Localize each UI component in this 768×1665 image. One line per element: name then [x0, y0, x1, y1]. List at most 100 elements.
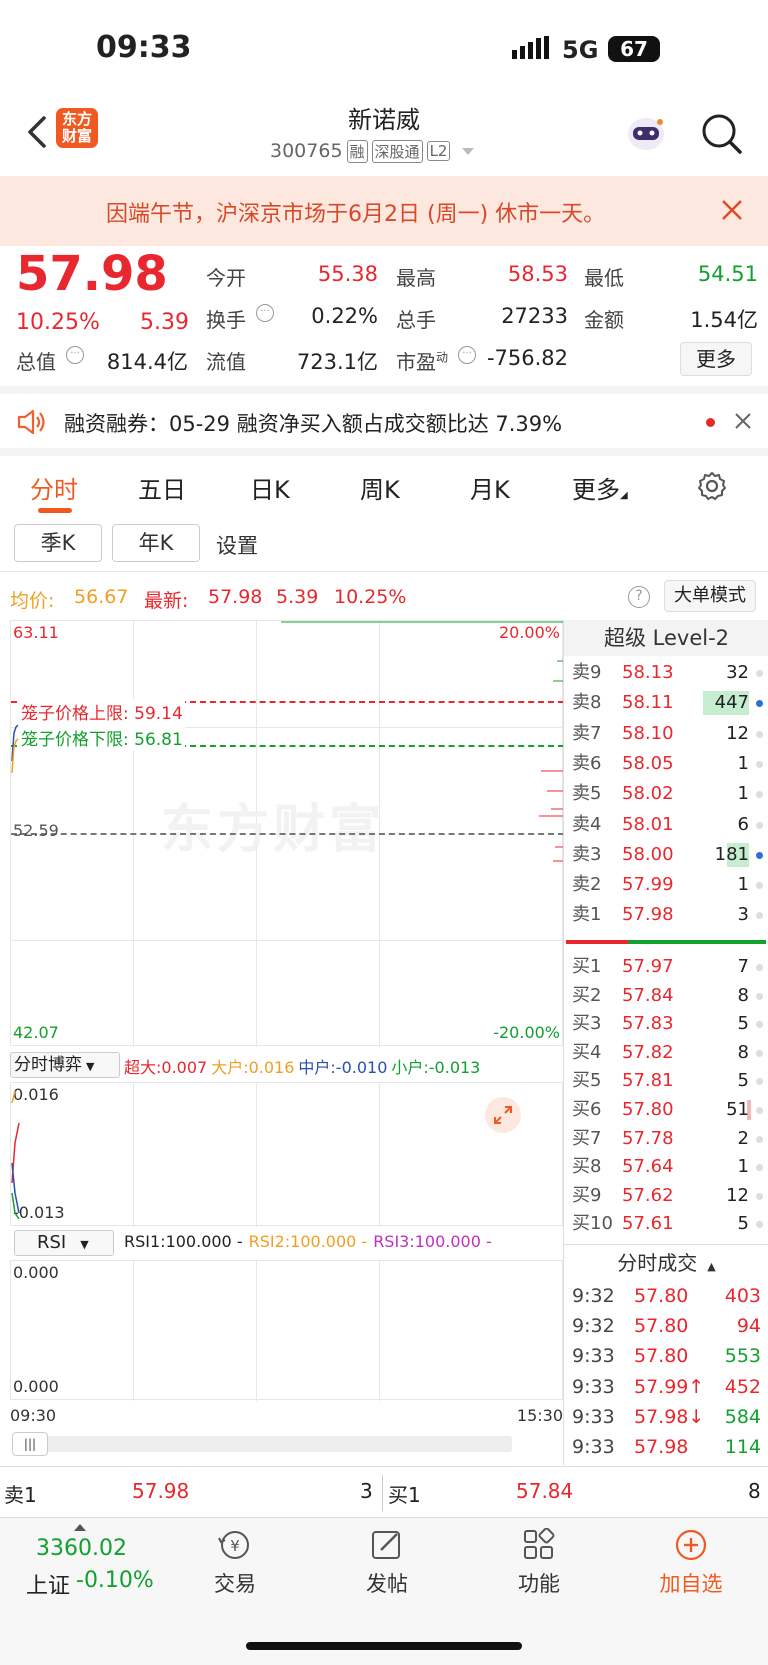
rsi-header: RSI ▼ RSI1:100.000 - RSI2:100.000 - RSI3:…: [10, 1226, 563, 1260]
signal-icon: [512, 36, 550, 60]
bid-row[interactable]: 买5 57.81 5: [564, 1066, 768, 1096]
tab-trade-label: 交易: [214, 1572, 256, 1596]
time-scrollbar[interactable]: |||: [12, 1432, 512, 1456]
add-circle-icon: [671, 1528, 711, 1562]
tab-chart-settings[interactable]: 设置: [216, 530, 258, 560]
tick-volume: 114: [724, 1436, 761, 1458]
sell1-volume: 3: [360, 1479, 373, 1503]
scroll-handle[interactable]: |||: [12, 1432, 48, 1456]
margin-news-bar[interactable]: 融资融券：05-29 融资净买入额占成交额比达 7.39%: [0, 386, 768, 456]
ask-price: 58.11: [622, 692, 674, 714]
svg-text:¥: ¥: [230, 1537, 240, 1555]
ask-label: 卖2: [572, 874, 602, 896]
rsi-select[interactable]: RSI ▼: [14, 1230, 114, 1256]
ask-label: 卖4: [572, 813, 602, 835]
legend-rsi1: RSI1:100.000 -: [124, 1232, 243, 1251]
caret-down-icon: [462, 147, 475, 155]
bid-row[interactable]: 买6 57.80 51: [564, 1095, 768, 1125]
info-icon[interactable]: ···: [458, 346, 476, 364]
bid-row[interactable]: 买10 57.61 5: [564, 1209, 768, 1239]
stat-label-market-cap: 总值: [16, 350, 56, 374]
orderbook-title[interactable]: 超级 Level-2: [564, 620, 768, 656]
bid-row[interactable]: 买8 57.64 1: [564, 1152, 768, 1182]
bid-row[interactable]: 买1 57.97 7: [564, 952, 768, 982]
ask-row[interactable]: 卖2 57.99 1: [564, 870, 768, 900]
tab-yearly-k[interactable]: 年K: [112, 524, 200, 562]
latest-change: 5.39: [276, 586, 319, 608]
ask-row[interactable]: 卖8 58.11 447: [564, 688, 768, 718]
tag-level2: L2: [426, 141, 451, 161]
tab-functions[interactable]: 功能: [464, 1518, 614, 1628]
bid-row[interactable]: 买3 57.83 5: [564, 1009, 768, 1039]
order-dot-icon: [756, 1164, 763, 1172]
game-panel: 0.016 -0.013: [10, 1082, 563, 1227]
order-dot-icon: [756, 791, 763, 799]
tick-price: 57.80: [634, 1285, 689, 1307]
tab-more[interactable]: 更多◢: [572, 470, 628, 505]
tick-row: 9:32 57.80 94: [564, 1310, 768, 1342]
index-change: -0.10%: [76, 1568, 154, 1593]
stock-meta[interactable]: 300765 融 深股通 L2: [270, 138, 475, 164]
ask-volume: 12: [726, 722, 749, 744]
more-button[interactable]: 更多: [680, 342, 752, 376]
stat-label-amount: 金额: [584, 308, 624, 332]
big-order-mode-button[interactable]: 大单模式: [664, 580, 756, 612]
ask-price: 58.05: [622, 752, 674, 774]
info-icon[interactable]: ···: [66, 346, 84, 364]
tick-volume: 403: [724, 1285, 761, 1307]
bid-row[interactable]: 买2 57.84 8: [564, 981, 768, 1011]
game-select[interactable]: 分时博弈 ▼: [10, 1052, 120, 1078]
settings-gear-icon[interactable]: [696, 470, 728, 502]
tab-add-watchlist[interactable]: 加自选: [616, 1518, 766, 1628]
tick-row: 9:33 57.98 114: [564, 1431, 768, 1463]
ask-row[interactable]: 卖7 58.10 12: [564, 719, 768, 749]
bid-label: 买10: [572, 1213, 613, 1235]
latest-value: 57.98: [208, 586, 263, 608]
tab-weekly-k[interactable]: 周K: [360, 470, 400, 505]
ask-label: 卖3: [572, 843, 602, 865]
avg-label: 均价:: [10, 590, 55, 612]
news-text: 融资融券：05-29 融资净买入额占成交额比达 7.39%: [64, 412, 563, 436]
tab-trade[interactable]: ¥ 交易: [160, 1518, 310, 1628]
tab-intraday[interactable]: 分时: [30, 470, 78, 505]
battery-icon: 67: [608, 36, 660, 62]
order-dot-icon: [756, 851, 763, 859]
ask-row[interactable]: 卖3 58.00 181: [564, 840, 768, 870]
ticks-title: 分时成交: [617, 1251, 698, 1275]
network-label: 5G: [562, 36, 599, 64]
search-icon[interactable]: [700, 112, 744, 156]
close-icon[interactable]: [720, 198, 744, 222]
tab-monthly-k[interactable]: 月K: [470, 470, 510, 505]
bid-label: 买2: [572, 984, 602, 1006]
bid-row[interactable]: 买4 57.82 8: [564, 1038, 768, 1068]
index-name: 上证: [26, 1574, 71, 1599]
expand-icon[interactable]: [485, 1097, 521, 1133]
robot-assistant-icon[interactable]: [624, 112, 668, 154]
order-dot-icon: [756, 964, 763, 971]
stat-label-volume: 总手: [396, 308, 436, 332]
tab-post[interactable]: 发帖: [312, 1518, 462, 1628]
bid-volume: 8: [737, 984, 749, 1006]
order-dot-icon: [756, 992, 763, 1000]
index-ticker[interactable]: 3360.02 上证 -0.10%: [0, 1518, 170, 1628]
bid-row[interactable]: 买7 57.78 2: [564, 1124, 768, 1154]
ticks-header[interactable]: 分时成交 ▲: [564, 1244, 768, 1280]
ask-row[interactable]: 卖6 58.05 1: [564, 749, 768, 779]
tab-daily-k[interactable]: 日K: [250, 470, 290, 505]
ask-row[interactable]: 卖4 58.01 6: [564, 810, 768, 840]
intraday-chart[interactable]: 东方财富 笼子价格上限: 59.14 笼子价格下限: 56.81 63.11 5…: [10, 620, 564, 1480]
order-dot-icon: [756, 1107, 763, 1114]
status-bar: 09:33 5G 67: [0, 0, 768, 100]
tab-five-day[interactable]: 五日: [138, 470, 186, 505]
ask-row[interactable]: 卖5 58.02 1: [564, 779, 768, 809]
bid-row[interactable]: 买9 57.62 12: [564, 1181, 768, 1211]
bid-label: 买7: [572, 1127, 602, 1149]
ask-row[interactable]: 卖1 57.98 3: [564, 900, 768, 930]
close-icon[interactable]: [734, 412, 752, 430]
tab-quarterly-k[interactable]: 季K: [14, 524, 102, 562]
help-icon[interactable]: ?: [628, 586, 650, 608]
ask-label: 卖9: [572, 662, 602, 683]
info-icon[interactable]: ···: [256, 304, 274, 322]
price-summary-line: 均价: 56.67 最新: 57.98 5.39 10.25% ? 大单模式: [0, 574, 768, 620]
ask-row[interactable]: 卖9 58.13 32: [564, 658, 768, 688]
